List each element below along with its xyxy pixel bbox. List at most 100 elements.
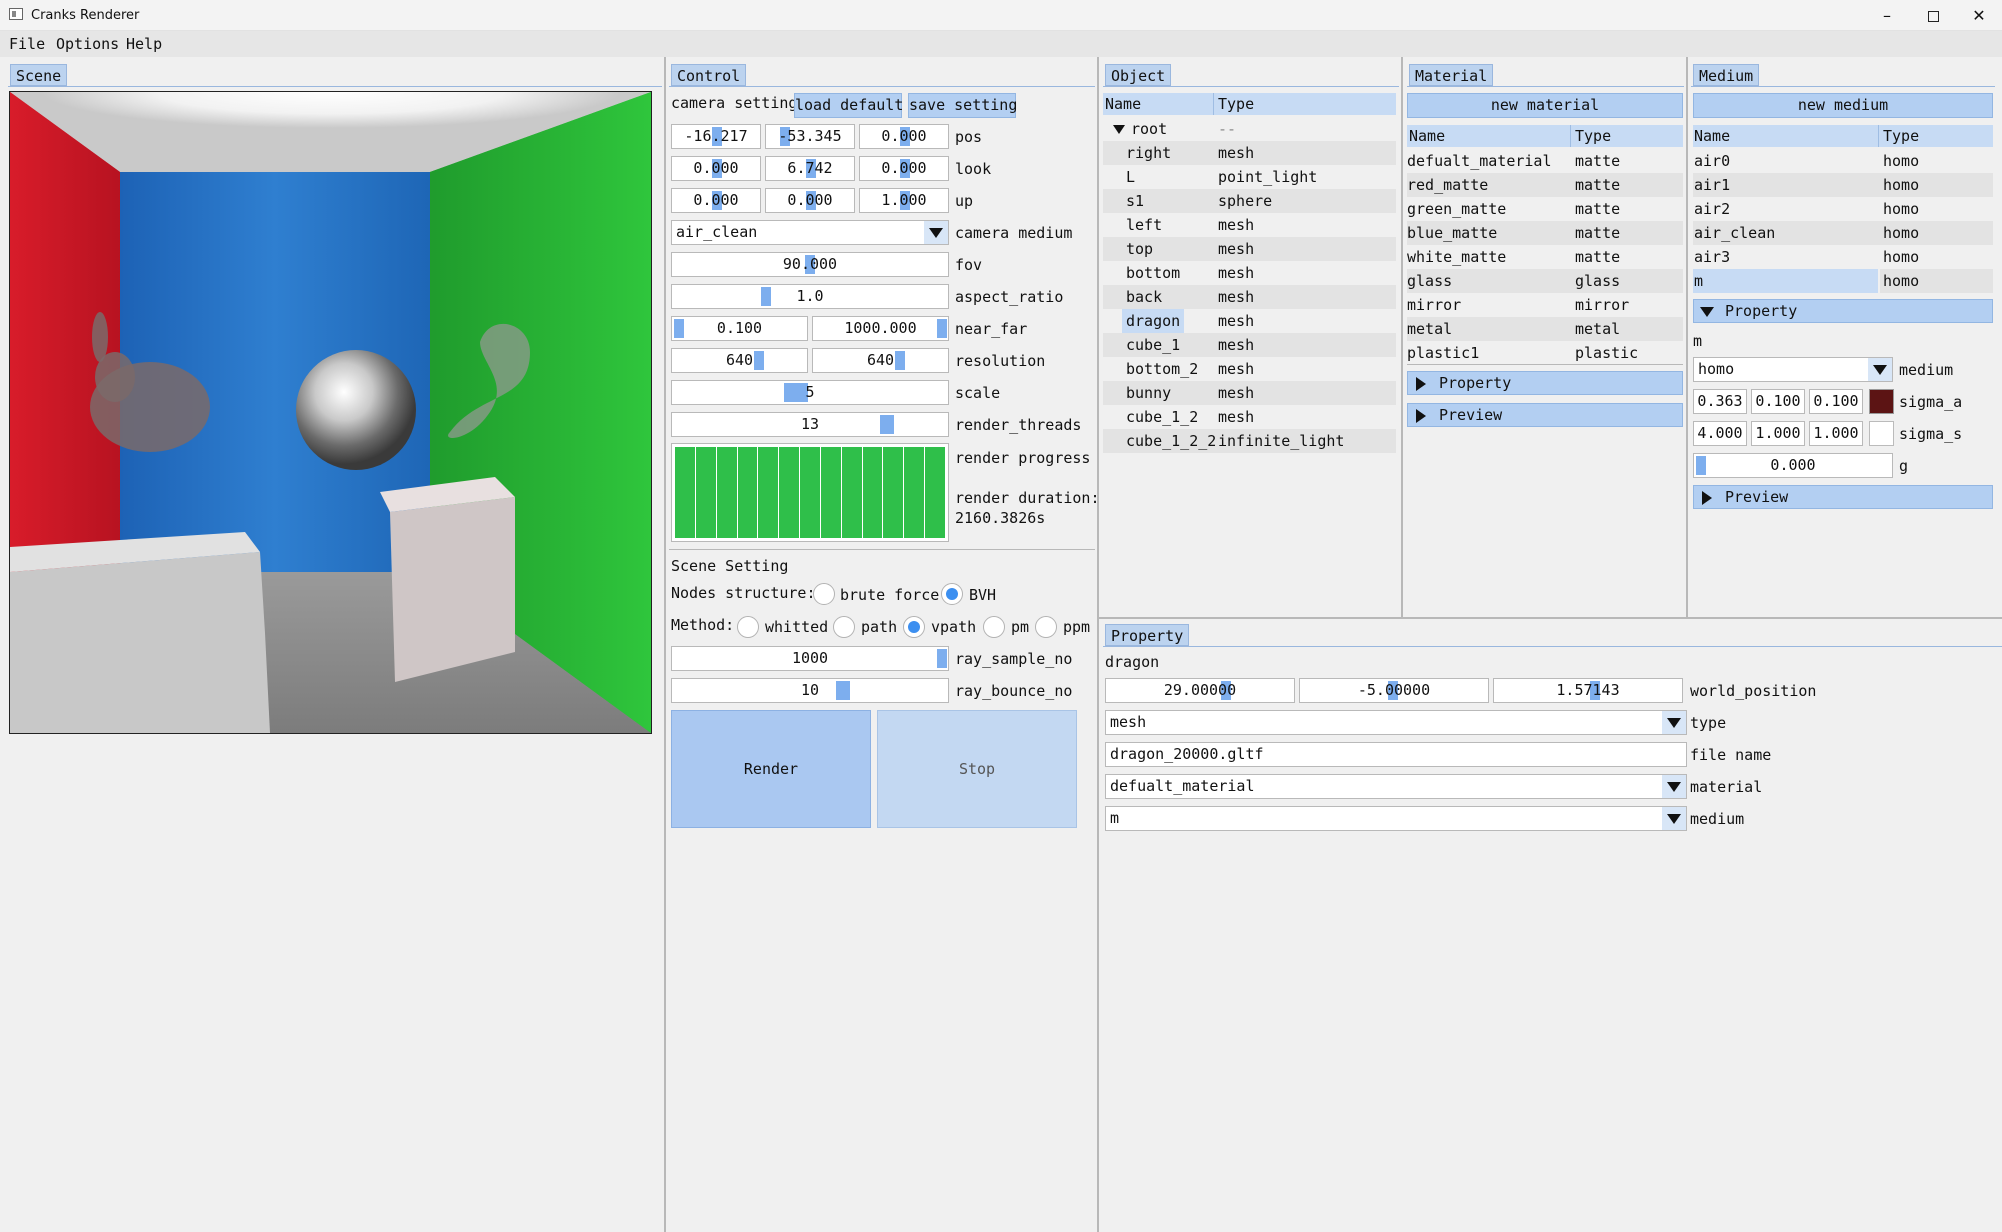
- object-tree-row[interactable]: bottom_2 mesh: [1103, 357, 1396, 381]
- splitter-material-medium[interactable]: [1686, 57, 1688, 619]
- object-tree-row[interactable]: root --: [1103, 117, 1396, 141]
- object-col-type[interactable]: Type: [1218, 93, 1254, 115]
- sigma-s-g-field[interactable]: 1.000: [1751, 421, 1805, 446]
- splitter-control-object[interactable]: [1097, 57, 1099, 1232]
- material-list-item[interactable]: white_matte matte: [1407, 245, 1683, 269]
- look-y-slider[interactable]: 6.742: [765, 156, 855, 181]
- object-tree-row[interactable]: Lpoint_light: [1103, 165, 1396, 189]
- medium-list-item[interactable]: air1 homo: [1693, 173, 1993, 197]
- tab-medium[interactable]: Medium: [1693, 64, 1760, 86]
- pos-y-slider[interactable]: -53.345: [765, 124, 855, 149]
- up-x-slider[interactable]: 0.000: [671, 188, 761, 213]
- method-whitted-radio[interactable]: [737, 616, 759, 638]
- maximize-icon[interactable]: [1910, 0, 1956, 31]
- menu-file[interactable]: File: [9, 35, 45, 53]
- material-list-item[interactable]: red_matte matte: [1407, 173, 1683, 197]
- near-slider[interactable]: 0.100: [671, 316, 808, 341]
- resolution-height-slider[interactable]: 640: [812, 348, 949, 373]
- object-material-dropdown[interactable]: defualt_material: [1105, 774, 1687, 799]
- sigma-s-b-field[interactable]: 1.000: [1809, 421, 1863, 446]
- object-tree-row[interactable]: cube_1 mesh: [1103, 333, 1396, 357]
- sigma-a-r-field[interactable]: 0.363: [1693, 389, 1747, 414]
- resolution-width-slider[interactable]: 640: [671, 348, 808, 373]
- medium-list-item[interactable]: air2 homo: [1693, 197, 1993, 221]
- medium-list-item[interactable]: air3 homo: [1693, 245, 1993, 269]
- object-tree-row[interactable]: s1 sphere: [1103, 189, 1396, 213]
- fov-slider[interactable]: 90.000: [671, 252, 949, 277]
- nodes-bvh-radio[interactable]: [941, 583, 963, 605]
- object-tree-row[interactable]: back mesh: [1103, 285, 1396, 309]
- look-x-slider[interactable]: 0.000: [671, 156, 761, 181]
- medium-preview-header[interactable]: Preview: [1693, 485, 1993, 509]
- render-threads-slider[interactable]: 13: [671, 412, 949, 437]
- material-col-type[interactable]: Type: [1575, 125, 1611, 147]
- world-position-x-slider[interactable]: 29.00000: [1105, 678, 1295, 703]
- medium-list-item[interactable]: air_clean homo: [1693, 221, 1993, 245]
- camera-medium-dropdown[interactable]: air_clean: [671, 220, 949, 245]
- medium-list-item[interactable]: air0 homo: [1693, 149, 1993, 173]
- chevron-down-icon[interactable]: [1113, 125, 1125, 134]
- object-tree-row[interactable]: right mesh: [1103, 141, 1396, 165]
- material-list-item[interactable]: metal metal: [1407, 317, 1683, 341]
- material-list-item[interactable]: defualt_material matte: [1407, 149, 1683, 173]
- material-list-item[interactable]: blue_matte matte: [1407, 221, 1683, 245]
- sigma-a-b-field[interactable]: 0.100: [1809, 389, 1863, 414]
- medium-list-item[interactable]: m homo: [1693, 269, 1993, 293]
- object-tree-row[interactable]: dragon mesh: [1103, 309, 1396, 333]
- tab-property[interactable]: Property: [1105, 624, 1190, 646]
- object-tree-row[interactable]: bunny mesh: [1103, 381, 1396, 405]
- material-list-item[interactable]: glass glass: [1407, 269, 1683, 293]
- nodes-brute-force-radio[interactable]: [813, 583, 835, 605]
- look-z-slider[interactable]: 0.000: [859, 156, 949, 181]
- tab-control[interactable]: Control: [671, 64, 747, 86]
- aspect-ratio-slider[interactable]: 1.0: [671, 284, 949, 309]
- sigma-s-r-field[interactable]: 4.000: [1693, 421, 1747, 446]
- ray-bounce-no-slider[interactable]: 10: [671, 678, 949, 703]
- pos-x-slider[interactable]: -16.217: [671, 124, 761, 149]
- sigma-a-color-swatch[interactable]: [1869, 389, 1894, 414]
- method-vpath-radio[interactable]: [903, 616, 925, 638]
- object-tree-row[interactable]: bottom mesh: [1103, 261, 1396, 285]
- render-viewport[interactable]: [9, 91, 652, 734]
- far-slider[interactable]: 1000.000: [812, 316, 949, 341]
- splitter-top-property[interactable]: [1099, 617, 2002, 619]
- medium-type-dropdown[interactable]: homo: [1693, 357, 1893, 382]
- object-tree-row[interactable]: top mesh: [1103, 237, 1396, 261]
- load-default-button[interactable]: load default: [794, 93, 903, 118]
- tab-material[interactable]: Material: [1409, 64, 1494, 86]
- object-tree-row[interactable]: cube_1_2_2 infinite_light: [1103, 429, 1396, 453]
- world-position-y-slider[interactable]: -5.00000: [1299, 678, 1489, 703]
- object-tree-row[interactable]: cube_1_2 mesh: [1103, 405, 1396, 429]
- material-list-item[interactable]: plastic1 plastic: [1407, 341, 1683, 365]
- medium-col-name[interactable]: Name: [1694, 125, 1730, 147]
- tab-object[interactable]: Object: [1105, 64, 1172, 86]
- object-medium-dropdown[interactable]: m: [1105, 806, 1687, 831]
- scale-slider[interactable]: 5: [671, 380, 949, 405]
- method-path-radio[interactable]: [833, 616, 855, 638]
- object-tree-row[interactable]: left mesh: [1103, 213, 1396, 237]
- medium-property-header[interactable]: Property: [1693, 299, 1993, 323]
- render-button[interactable]: Render: [671, 710, 871, 828]
- material-list-item[interactable]: green_matte matte: [1407, 197, 1683, 221]
- material-property-header[interactable]: Property: [1407, 371, 1683, 395]
- file-name-input[interactable]: dragon_20000.gltf: [1105, 742, 1687, 767]
- stop-button[interactable]: Stop: [877, 710, 1077, 828]
- g-slider[interactable]: 0.000: [1693, 453, 1893, 478]
- world-position-z-slider[interactable]: 1.57143: [1493, 678, 1683, 703]
- material-preview-header[interactable]: Preview: [1407, 403, 1683, 427]
- splitter-scene-control[interactable]: [664, 57, 666, 1232]
- save-setting-button[interactable]: save setting: [908, 93, 1017, 118]
- up-y-slider[interactable]: 0.000: [765, 188, 855, 213]
- up-z-slider[interactable]: 1.000: [859, 188, 949, 213]
- pos-z-slider[interactable]: 0.000: [859, 124, 949, 149]
- new-medium-button[interactable]: new medium: [1693, 93, 1993, 118]
- minimize-icon[interactable]: –: [1864, 0, 1910, 31]
- method-ppm-radio[interactable]: [1035, 616, 1057, 638]
- material-col-name[interactable]: Name: [1409, 125, 1445, 147]
- menu-options[interactable]: Options: [56, 35, 119, 53]
- object-col-name[interactable]: Name: [1105, 93, 1141, 115]
- sigma-a-g-field[interactable]: 0.100: [1751, 389, 1805, 414]
- menu-help[interactable]: Help: [126, 35, 162, 53]
- close-icon[interactable]: ✕: [1956, 0, 2002, 31]
- new-material-button[interactable]: new material: [1407, 93, 1683, 118]
